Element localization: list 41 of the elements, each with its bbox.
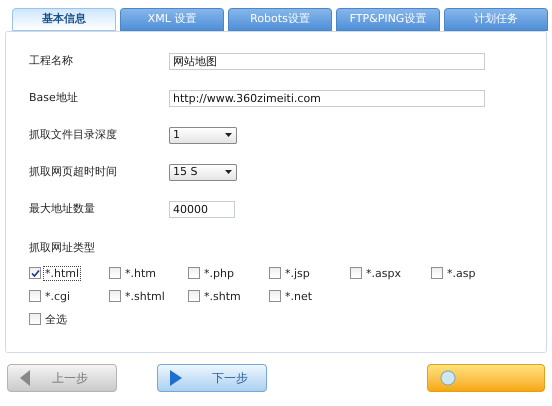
checkbox-label: *.shtm	[203, 290, 242, 302]
field-label: 抓取网页超时时间	[29, 164, 118, 180]
checkbox[interactable]	[269, 290, 281, 302]
right-arrow-icon	[170, 370, 182, 386]
checkmark-icon	[30, 268, 40, 278]
checkbox[interactable]	[109, 267, 121, 279]
checkbox-label: *.asp	[446, 266, 476, 280]
checkbox-label: *.net	[284, 290, 314, 302]
checkbox-label: *.htm	[124, 266, 157, 280]
field-label: 最大地址数量	[29, 200, 96, 217]
checkbox-label: *.html	[44, 266, 80, 280]
checkbox-label: 全选	[44, 312, 68, 326]
dropdown[interactable]: 15 S	[169, 164, 237, 180]
checkbox[interactable]	[350, 267, 362, 279]
checkbox[interactable]	[188, 290, 200, 302]
text-field[interactable]: 40000	[169, 200, 235, 218]
left-arrow-icon	[20, 370, 30, 386]
checkbox[interactable]	[269, 267, 281, 279]
checkbox-label: *.php	[203, 266, 235, 280]
caret-icon	[225, 170, 232, 174]
checkbox-label: *.cgi	[44, 290, 72, 302]
text-field[interactable]: http://www.360zimeiti.com	[169, 90, 485, 106]
checkbox[interactable]	[29, 267, 41, 279]
finish-button[interactable]	[427, 364, 545, 392]
checkbox[interactable]	[188, 267, 200, 279]
checkbox[interactable]	[109, 290, 121, 302]
text-field[interactable]: 网站地图	[169, 52, 485, 70]
caret-icon	[225, 133, 232, 137]
field-label: 抓取文件目录深度	[29, 126, 118, 143]
checkbox-label: *.aspx	[365, 266, 402, 280]
field-label: Base地址	[29, 90, 79, 106]
checkbox-label: *.jsp	[284, 266, 311, 280]
checkbox[interactable]	[29, 290, 41, 302]
field-label: 工程名称	[29, 52, 74, 69]
checkbox[interactable]	[29, 313, 41, 325]
tab[interactable]: 基本信息	[12, 8, 116, 31]
dropdown[interactable]: 1	[169, 126, 237, 144]
section-label: 抓取网址类型	[29, 240, 96, 256]
checkbox[interactable]	[431, 267, 443, 279]
next-button[interactable]: 下一步	[157, 364, 267, 392]
checkbox-label: *.shtml	[124, 290, 166, 302]
